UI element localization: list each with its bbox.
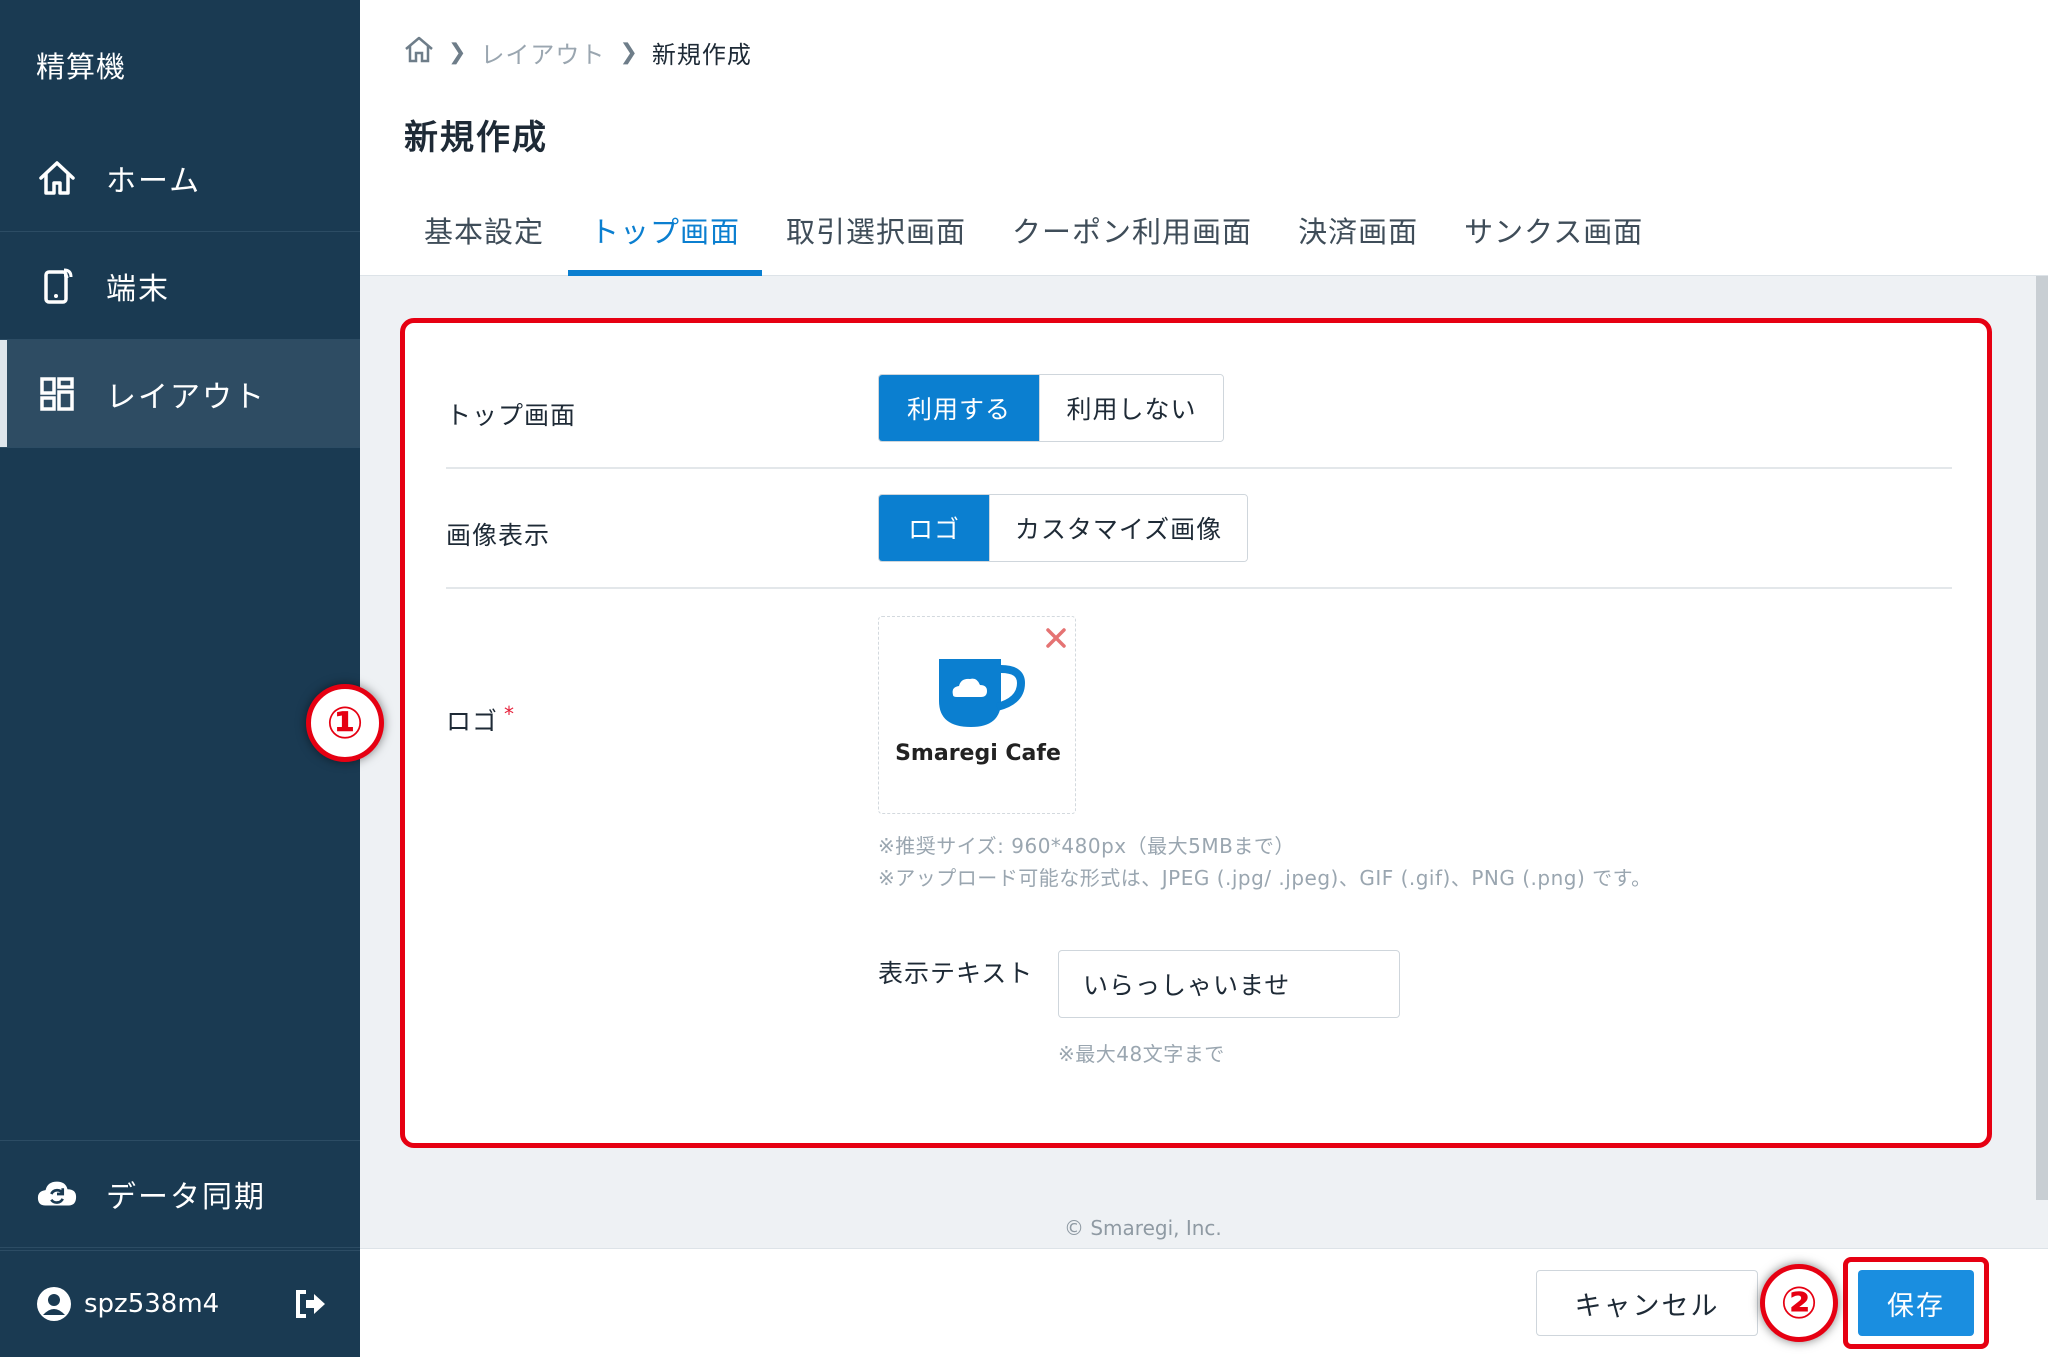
tab-bar: 基本設定 トップ画面 取引選択画面 クーポン利用画面 決済画面 サンクス画面 (404, 208, 1667, 276)
terminal-icon (36, 265, 78, 307)
breadcrumb-current: 新規作成 (651, 40, 752, 69)
image-display-toggle: ロゴ カスタマイズ画像 (878, 494, 1248, 562)
display-text-input[interactable] (1058, 950, 1400, 1018)
save-button[interactable]: 保存 (1858, 1270, 1974, 1336)
coffee-cup-icon (879, 657, 1077, 733)
user-avatar-icon (36, 1286, 72, 1322)
not-use-option[interactable]: 利用しない (1039, 375, 1223, 441)
home-icon (36, 157, 78, 199)
required-mark: * (504, 702, 516, 726)
tab-coupon[interactable]: クーポン利用画面 (990, 208, 1274, 276)
app-title: 精算機 (36, 50, 127, 84)
tab-transaction-select[interactable]: 取引選択画面 (764, 208, 988, 276)
logo-preview-text: Smaregi Cafe (895, 741, 1061, 766)
copyright: © Smaregi, Inc. (1064, 1216, 1222, 1240)
breadcrumb: ❯ レイアウト ❯ 新規作成 (404, 34, 752, 70)
tab-basic-settings[interactable]: 基本設定 (404, 208, 566, 276)
tab-thanks[interactable]: サンクス画面 (1442, 208, 1665, 276)
scrollbar[interactable] (2036, 276, 2048, 1200)
cloud-sync-icon (36, 1173, 78, 1215)
top-screen-settings-card (400, 318, 1992, 1148)
display-text-hint: ※最大48文字まで (1058, 1042, 1225, 1066)
sidebar: 精算機 ホーム 端末 レイアウト データ同期 spz538m4 (0, 0, 360, 1357)
sidebar-item-home[interactable]: ホーム (0, 124, 360, 232)
logout-icon[interactable] (292, 1286, 328, 1322)
logo-label-text: ロゴ (446, 707, 499, 736)
sidebar-item-label: ホーム (106, 163, 202, 199)
user-row: spz538m4 (0, 1250, 360, 1357)
divider (446, 467, 1952, 469)
tab-top-screen[interactable]: トップ画面 (568, 208, 763, 276)
callout-badge-1: ① (306, 684, 384, 762)
image-display-label: 画像表示 (446, 521, 551, 550)
chevron-right-icon: ❯ (448, 39, 467, 65)
sidebar-item-data-sync[interactable]: データ同期 (0, 1140, 360, 1248)
chevron-right-icon: ❯ (619, 39, 638, 65)
close-icon[interactable] (1043, 625, 1069, 651)
top-screen-toggle: 利用する 利用しない (878, 374, 1224, 442)
logo-label: ロゴ * (446, 702, 515, 738)
page-title: 新規作成 (404, 118, 548, 158)
display-text-label: 表示テキスト (878, 959, 1034, 988)
user-name: spz538m4 (84, 1289, 220, 1319)
sidebar-item-layout[interactable]: レイアウト (0, 340, 360, 448)
callout-badge-2: ② (1760, 1264, 1838, 1342)
logo-preview[interactable]: Smaregi Cafe (878, 616, 1076, 814)
sidebar-item-terminal[interactable]: 端末 (0, 232, 360, 340)
sidebar-item-label: 端末 (106, 271, 170, 307)
tab-payment[interactable]: 決済画面 (1276, 208, 1440, 276)
logo-format-hint: ※アップロード可能な形式は、JPEG (.jpg/ .jpeg)、GIF (.g… (878, 866, 1652, 890)
breadcrumb-link-layout[interactable]: レイアウト (480, 35, 605, 70)
top-screen-label: トップ画面 (446, 401, 577, 430)
home-icon[interactable] (404, 35, 434, 69)
logo-option[interactable]: ロゴ (879, 495, 989, 561)
sidebar-item-label: レイアウト (106, 379, 266, 415)
cancel-button[interactable]: キャンセル (1536, 1270, 1758, 1336)
logo-size-hint: ※推奨サイズ: 960*480px（最大5MBまで） (878, 834, 1295, 858)
layout-icon (36, 373, 78, 415)
custom-image-option[interactable]: カスタマイズ画像 (989, 495, 1247, 561)
sidebar-item-label: データ同期 (106, 1180, 266, 1215)
divider (446, 587, 1952, 589)
use-option[interactable]: 利用する (879, 375, 1039, 441)
